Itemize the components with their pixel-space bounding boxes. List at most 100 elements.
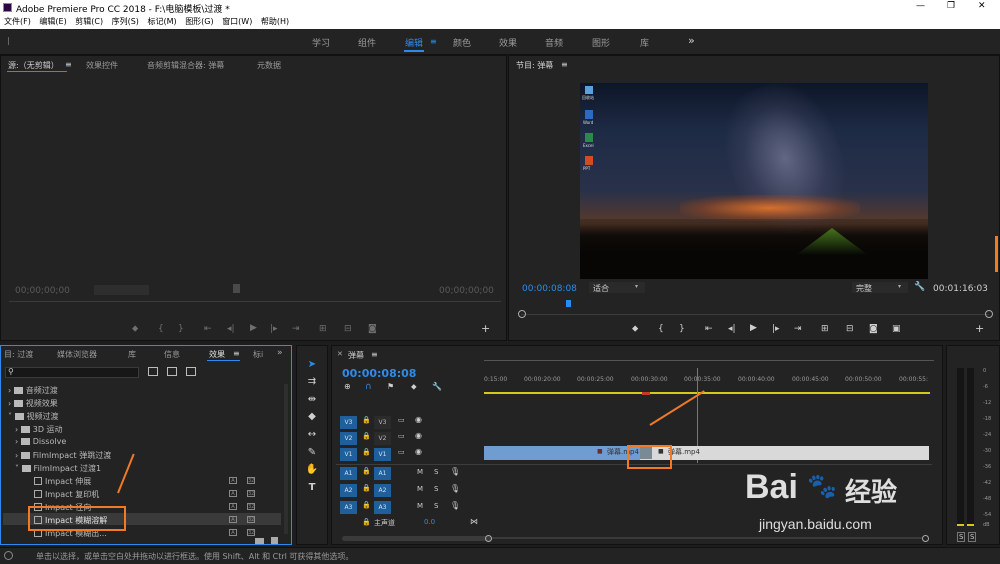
track-a3-source[interactable]: A3 <box>340 501 357 514</box>
menu-help[interactable]: 帮助(H) <box>261 15 289 29</box>
eye-icon[interactable]: ◉ <box>415 447 422 456</box>
effects-search-input[interactable]: ⚲ <box>5 367 139 378</box>
linked-select-icon[interactable]: ⚑ <box>387 382 394 391</box>
mic-icon[interactable]: 🎙 <box>450 501 460 510</box>
32bit-filter-icon[interactable] <box>167 367 177 376</box>
track-v1-source[interactable]: V1 <box>340 448 357 461</box>
program-title[interactable]: 节目: 弹幕 <box>516 60 553 71</box>
program-menu-icon[interactable]: ≡ <box>561 60 568 69</box>
workspace-more-button[interactable]: » <box>688 34 695 47</box>
source-zoom-select[interactable] <box>94 285 149 295</box>
tree-impact-copy[interactable]: Impact 复印机 <box>34 489 99 500</box>
track-a2-mute[interactable]: M <box>417 485 423 493</box>
program-extract-icon[interactable]: ⊟ <box>846 324 854 334</box>
workspace-learn[interactable]: 学习 <box>312 36 330 49</box>
ripple-edit-tool-icon[interactable]: ⇹ <box>304 393 320 406</box>
program-play-icon[interactable]: ▶ <box>750 323 757 333</box>
source-add-button[interactable]: + <box>481 322 490 335</box>
track-a1-target[interactable]: A1 <box>374 467 391 480</box>
program-scrub-start[interactable] <box>518 310 526 318</box>
tree-3d-motion[interactable]: › 3D 运动 <box>15 424 63 435</box>
track-a1-mute[interactable]: M <box>417 468 423 476</box>
minimize-button[interactable]: — <box>916 1 925 11</box>
source-export-frame-icon[interactable]: ◙ <box>368 324 377 334</box>
tab-info[interactable]: 信息 <box>164 349 180 360</box>
program-goto-in-icon[interactable]: ⇤ <box>705 324 713 334</box>
pen-tool-icon[interactable]: ✎ <box>304 446 320 459</box>
track-a2-solo[interactable]: S <box>434 485 438 493</box>
tab-effect-controls[interactable]: 效果控件 <box>86 60 118 71</box>
program-export-frame-icon[interactable]: ◙ <box>869 324 878 334</box>
workspace-assembly[interactable]: 组件 <box>358 36 376 49</box>
source-goto-out-icon[interactable]: ⇥ <box>292 324 300 334</box>
slip-tool-icon[interactable]: ↔ <box>304 428 320 441</box>
track-a2-target[interactable]: A2 <box>374 484 391 497</box>
workspace-menu-icon[interactable]: ≡ <box>430 37 437 46</box>
lock-icon[interactable]: 🔒 <box>362 432 371 440</box>
menu-window[interactable]: 窗口(W) <box>222 15 252 29</box>
eye-icon[interactable]: ◉ <box>415 431 422 440</box>
program-compare-icon[interactable]: ▣ <box>892 324 901 334</box>
track-a3-mute[interactable]: M <box>417 502 423 510</box>
meter-solo-left[interactable]: S <box>957 532 966 542</box>
menu-graphics[interactable]: 图形(G) <box>185 15 213 29</box>
source-in-icon[interactable]: { <box>158 324 164 334</box>
source-insert-icon[interactable]: ⊞ <box>319 324 327 334</box>
track-v1-target[interactable]: V1 <box>374 448 391 461</box>
timeline-zoom-start[interactable] <box>485 535 492 542</box>
track-a3-target[interactable]: A3 <box>374 501 391 514</box>
program-playhead[interactable] <box>566 300 571 307</box>
tree-impact-stretch[interactable]: Impact 伸展 <box>34 476 91 487</box>
workspace-libraries[interactable]: 库 <box>640 36 649 49</box>
source-overwrite-icon[interactable]: ⊟ <box>344 324 352 334</box>
workspace-editing[interactable]: 编辑 <box>405 36 423 49</box>
effects-scrollbar[interactable] <box>284 384 288 534</box>
lock-icon[interactable]: 🔒 <box>362 467 371 475</box>
track-v3-target[interactable]: V3 <box>374 416 391 429</box>
program-in-icon[interactable]: { <box>658 324 664 334</box>
track-v2-source[interactable]: V2 <box>340 432 357 445</box>
program-fit-select[interactable]: 适合 ▾ <box>589 282 645 293</box>
lock-icon[interactable]: 🔒 <box>362 501 371 509</box>
program-timecode[interactable]: 00:00:08:08 <box>522 284 577 294</box>
tab-effects-menu-icon[interactable]: ≡ <box>233 349 240 358</box>
program-goto-out-icon[interactable]: ⇥ <box>794 324 802 334</box>
trash-icon[interactable] <box>271 537 278 544</box>
workspace-audio[interactable]: 音频 <box>545 36 563 49</box>
lock-icon[interactable]: 🔒 <box>362 518 371 526</box>
lock-icon[interactable]: 🔒 <box>362 448 371 456</box>
timeline-title[interactable]: 弹幕 <box>348 350 364 361</box>
program-scrub-line[interactable] <box>521 314 989 315</box>
track-a1-solo[interactable]: S <box>434 468 438 476</box>
workspace-effects[interactable]: 效果 <box>499 36 517 49</box>
tab-libraries[interactable]: 库 <box>128 349 136 360</box>
program-out-icon[interactable]: } <box>679 324 685 334</box>
timeline-menu-icon[interactable]: ≡ <box>371 350 378 359</box>
program-scrollbar[interactable] <box>995 236 998 272</box>
track-a1-source[interactable]: A1 <box>340 467 357 480</box>
yuv-filter-icon[interactable] <box>186 367 196 376</box>
timeline-settings-icon[interactable]: 🔧 <box>432 382 442 391</box>
work-area-bar[interactable] <box>484 392 930 394</box>
accelerated-filter-icon[interactable] <box>148 367 158 376</box>
master-track-value[interactable]: 0.0 <box>424 518 435 526</box>
tab-metadata[interactable]: 元数据 <box>257 60 281 71</box>
snap-icon[interactable]: ∩ <box>365 382 372 392</box>
wrench-icon[interactable]: 🔧 <box>914 282 925 292</box>
program-lift-icon[interactable]: ⊞ <box>821 324 829 334</box>
workspace-graphics[interactable]: 图形 <box>592 36 610 49</box>
eye-icon[interactable]: ◉ <box>415 415 422 424</box>
program-step-forward-icon[interactable]: |▸ <box>772 324 780 334</box>
program-add-button[interactable]: + <box>975 322 984 335</box>
home-icon[interactable] <box>8 37 9 45</box>
track-a3-solo[interactable]: S <box>434 502 438 510</box>
hand-tool-icon[interactable]: ✋ <box>304 463 320 476</box>
add-marker-icon[interactable]: ⬥ <box>411 382 417 392</box>
program-step-back-icon[interactable]: ◂| <box>728 324 736 334</box>
track-select-tool-icon[interactable]: ⇉ <box>304 375 320 388</box>
menu-marker[interactable]: 标记(M) <box>147 15 176 29</box>
menu-sequence[interactable]: 序列(S) <box>112 15 139 29</box>
nest-icon[interactable]: ⊕ <box>344 382 351 391</box>
mic-icon[interactable]: 🎙 <box>450 467 460 476</box>
ruler-scroll-line[interactable] <box>484 360 934 361</box>
